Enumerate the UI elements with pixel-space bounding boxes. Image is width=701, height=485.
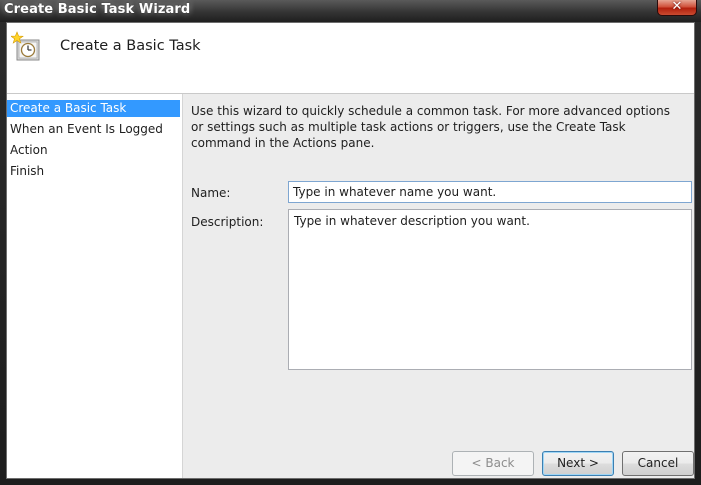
step-finish[interactable]: Finish: [7, 163, 180, 180]
steps-pane: Create a Basic Task When an Event Is Log…: [7, 94, 183, 478]
close-icon: ✕: [671, 0, 683, 14]
step-when-event-logged[interactable]: When an Event Is Logged: [7, 121, 180, 138]
next-button[interactable]: Next >: [542, 451, 614, 476]
close-button[interactable]: ✕: [657, 0, 697, 16]
wizard-client-area: Create a Basic Task Create a Basic Task …: [6, 22, 695, 479]
back-button[interactable]: < Back: [452, 451, 534, 476]
cancel-button[interactable]: Cancel: [622, 451, 694, 476]
window-title: Create Basic Task Wizard: [4, 2, 191, 17]
step-create-basic-task[interactable]: Create a Basic Task: [7, 100, 180, 117]
description-label: Description:: [191, 215, 264, 229]
page-title: Create a Basic Task: [60, 38, 201, 54]
step-action[interactable]: Action: [7, 142, 180, 159]
wizard-intro-text: Use this wizard to quickly schedule a co…: [191, 104, 670, 150]
name-label: Name:: [191, 186, 231, 200]
wizard-header: Create a Basic Task: [7, 23, 694, 94]
description-field[interactable]: Type in whatever description you want.: [288, 209, 692, 370]
name-field[interactable]: Type in whatever name you want.: [288, 181, 692, 203]
task-clock-icon: [11, 31, 40, 61]
wizard-window: Create Basic Task Wizard ✕ Create a Basi…: [0, 0, 701, 485]
title-bar[interactable]: Create Basic Task Wizard ✕: [0, 0, 701, 22]
